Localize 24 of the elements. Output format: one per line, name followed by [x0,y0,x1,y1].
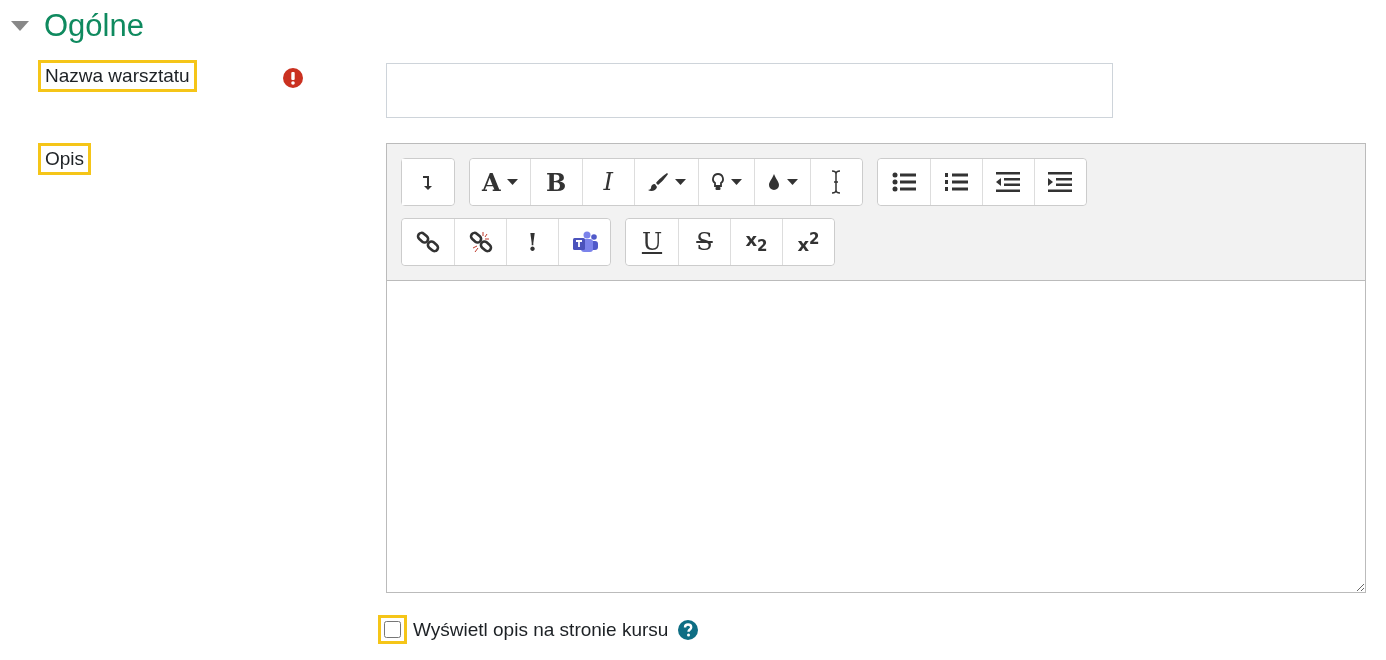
checkbox-label[interactable]: Wyświetl opis na stronie kursu [413,618,669,641]
down-arrow-icon [421,173,435,191]
numbered-list-icon [944,172,969,192]
teams-icon [571,231,598,253]
toolbar-button[interactable]: x$^{2}$ [782,219,834,265]
paintbrush-icon [646,172,669,192]
help-icon[interactable] [678,619,699,640]
text-cursor-icon [830,169,843,195]
link-icon [416,230,440,254]
toolbar-button[interactable] [1033,159,1086,205]
broken-link-icon [468,230,493,254]
name-input-field[interactable] [386,63,1113,118]
outdent-icon [996,172,1021,192]
droplet-icon [766,173,781,191]
indent-icon [1048,172,1073,192]
collapse-caret-icon[interactable] [11,21,29,31]
lightbulb-icon [710,172,725,192]
toolbar-button[interactable] [809,159,862,205]
field-label: Opis [38,143,92,175]
toolbar-button[interactable] [558,219,610,265]
show-description-checkbox[interactable] [384,621,401,638]
section-title[interactable]: Ogólne [44,8,144,44]
bullet-list-icon [891,172,916,192]
field-label: Nazwa warsztatu [38,60,197,92]
